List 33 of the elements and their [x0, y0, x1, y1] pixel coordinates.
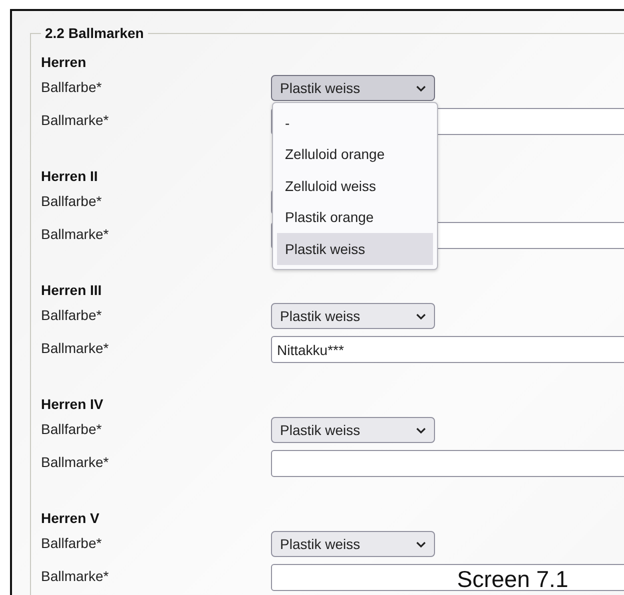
field-label: Ballmarke*: [41, 340, 109, 356]
team-heading: Herren II: [41, 168, 98, 184]
dropdown-option[interactable]: Plastik weiss: [277, 233, 433, 264]
ball-color-select[interactable]: Plastik weiss: [271, 417, 435, 443]
dropdown-option[interactable]: Plastik orange: [277, 202, 433, 233]
chevron-down-icon: [416, 426, 426, 434]
dropdown-option[interactable]: Zelluloid orange: [277, 138, 433, 170]
screen-caption: Screen 7.1: [457, 566, 568, 592]
ball-brand-field[interactable]: Nittakku***: [271, 336, 624, 363]
field-label: Ballfarbe*: [41, 535, 102, 551]
ball-brand-field[interactable]: [271, 564, 624, 591]
field-label: Ballmarke*: [41, 112, 109, 128]
field-label: Ballfarbe*: [41, 193, 102, 209]
ball-color-select[interactable]: Plastik weiss: [271, 303, 435, 329]
dropdown-option[interactable]: Zelluloid weiss: [277, 170, 433, 202]
section-legend: 2.2 Ballmarken: [41, 25, 148, 41]
team-heading: Herren V: [41, 510, 100, 526]
team-heading: Herren III: [41, 282, 102, 298]
chevron-down-icon: [416, 312, 426, 320]
ball-color-select[interactable]: Plastik weiss: [271, 75, 435, 101]
dropdown-option[interactable]: -: [277, 107, 433, 138]
field-label: Ballfarbe*: [41, 79, 102, 95]
field-label: Ballmarke*: [41, 454, 109, 470]
field-label: Ballmarke*: [41, 568, 109, 584]
field-label: Ballmarke*: [41, 226, 109, 242]
chevron-down-icon: [416, 540, 426, 548]
ball-brand-field[interactable]: [271, 450, 624, 477]
field-label: Ballfarbe*: [41, 307, 102, 323]
field-label: Ballfarbe*: [41, 421, 102, 437]
team-heading: Herren IV: [41, 396, 104, 412]
chevron-down-icon: [416, 84, 426, 92]
team-heading: Herren: [41, 54, 86, 70]
ball-color-select[interactable]: Plastik weiss: [271, 531, 435, 557]
